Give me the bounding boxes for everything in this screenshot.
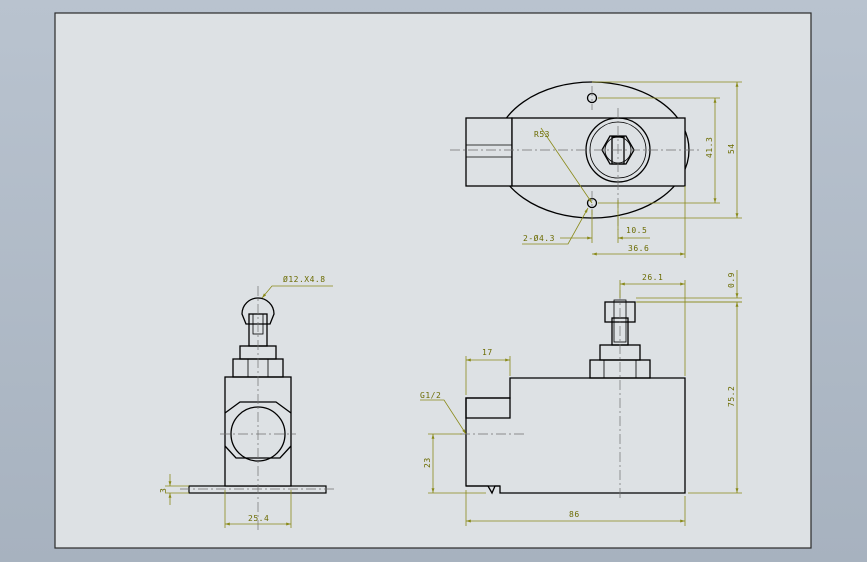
- dim-25-4: 25.4: [248, 514, 269, 523]
- dim-54: 54: [727, 143, 736, 154]
- dim-3: 3: [159, 488, 168, 493]
- dim-10-5: 10.5: [626, 226, 647, 235]
- base-plate: [188, 485, 327, 494]
- thread-label: G1/2: [420, 391, 441, 400]
- dim-86: 86: [569, 510, 580, 519]
- dim-26-1: 26.1: [642, 273, 663, 282]
- dim-0-9: 0.9: [727, 272, 736, 288]
- ball-label: Ø12.X4.8: [283, 274, 326, 284]
- dim-75-2: 75.2: [727, 386, 736, 407]
- dim-23: 23: [423, 457, 432, 468]
- hole-label: 2-Ø4.3: [523, 233, 555, 243]
- top-left-block: [465, 117, 513, 187]
- cad-viewport: R53 2-Ø4.3 10.5 36.6 41.3 54 Ø12.X4.8 25…: [0, 0, 867, 562]
- dim-41-3: 41.3: [705, 137, 714, 158]
- dim-36-6: 36.6: [628, 244, 649, 253]
- engineering-drawing: R53 2-Ø4.3 10.5 36.6 41.3 54 Ø12.X4.8 25…: [54, 12, 812, 549]
- dim-17: 17: [482, 348, 493, 357]
- radius-label: R53: [534, 130, 550, 139]
